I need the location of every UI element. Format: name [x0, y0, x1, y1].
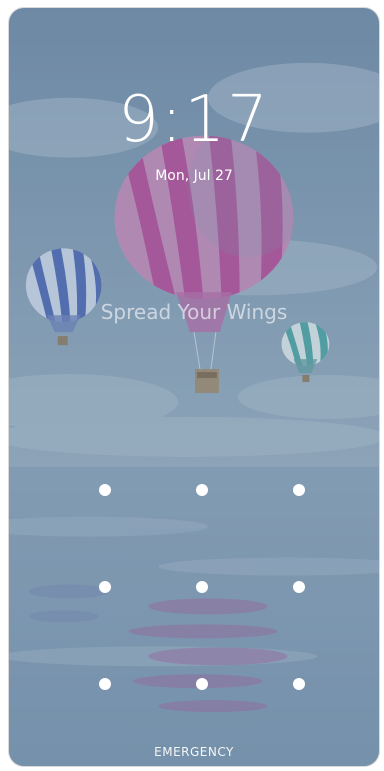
clock-time: 9:17	[118, 83, 270, 157]
pattern-dot-6[interactable]	[293, 581, 305, 593]
owner-info-text: Spread Your Wings	[100, 300, 288, 324]
pattern-dot-5[interactable]	[196, 581, 208, 593]
pattern-dot-1[interactable]	[99, 484, 111, 496]
pattern-dot-3[interactable]	[293, 484, 305, 496]
date-label: Mon, Jul 27	[155, 168, 233, 184]
pattern-dot-4[interactable]	[99, 581, 111, 593]
emergency-call-button[interactable]: EMERGENCY	[9, 745, 379, 759]
pattern-dot-9[interactable]	[293, 678, 305, 690]
pattern-dot-7[interactable]	[99, 678, 111, 690]
pattern-dot-8[interactable]	[196, 678, 208, 690]
lock-screen: 9:17 Mon, Jul 27 Spread Your Wings EMERG…	[8, 7, 380, 767]
pattern-dot-2[interactable]	[196, 484, 208, 496]
